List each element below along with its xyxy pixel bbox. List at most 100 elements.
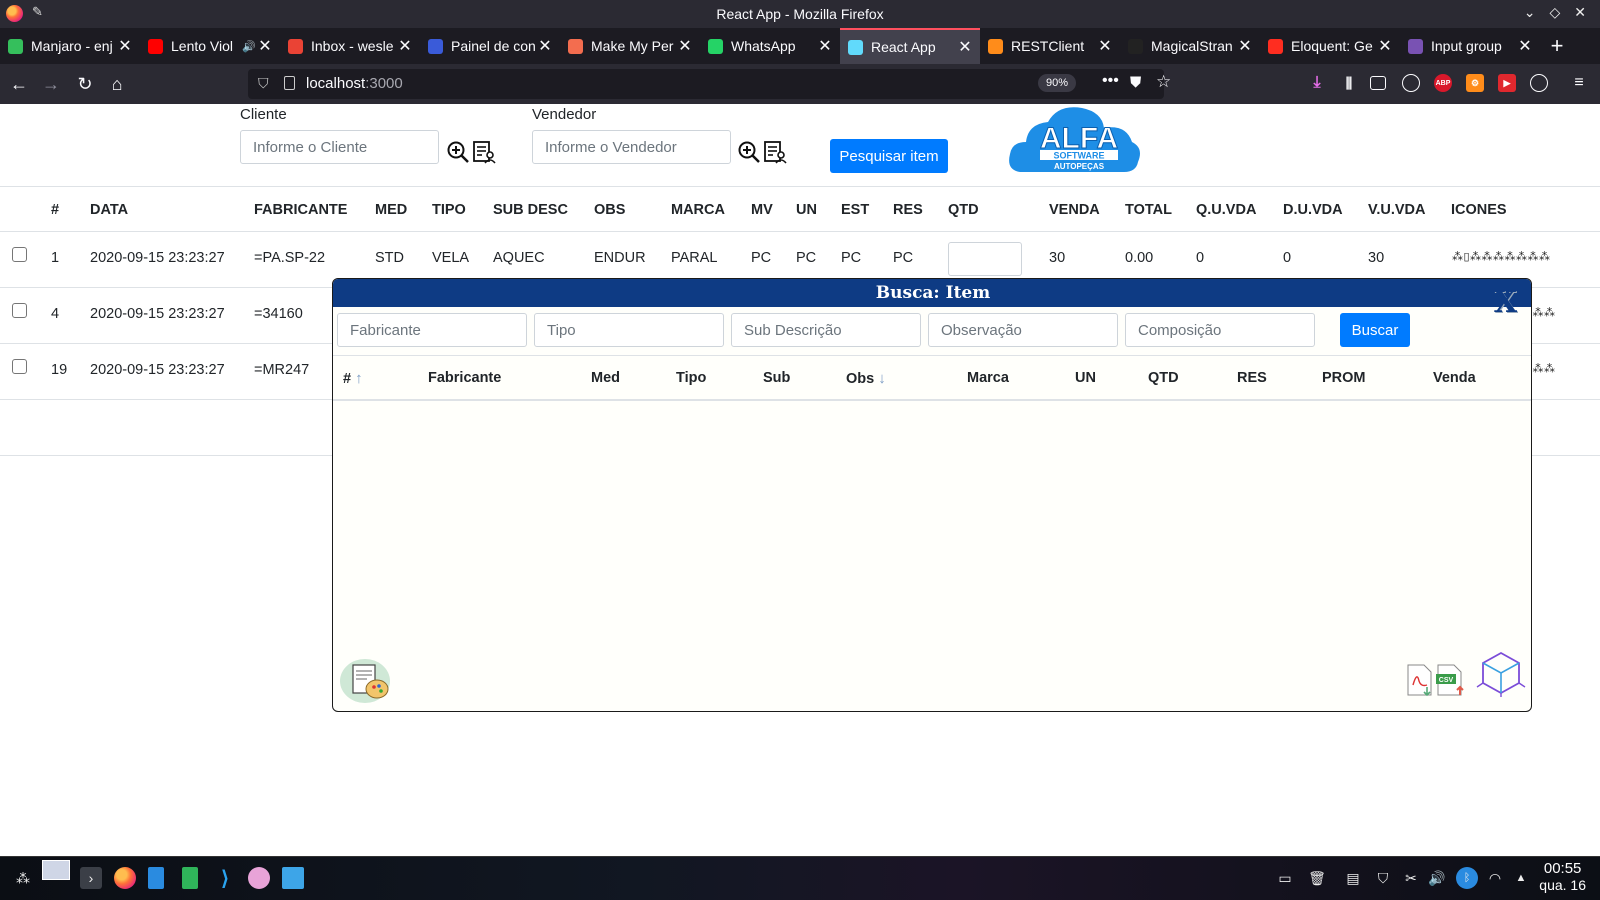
home-icon[interactable]: ⌂ bbox=[104, 71, 130, 97]
column-header[interactable]: MV bbox=[751, 202, 773, 218]
row-action-icons[interactable]: ⁂▯⁂⁂⁂⁂⁂⁂⁂ bbox=[1452, 250, 1551, 263]
forward-icon[interactable]: → bbox=[38, 71, 64, 97]
column-header[interactable]: ICONES bbox=[1451, 202, 1507, 218]
github-ext-icon[interactable] bbox=[1530, 74, 1548, 92]
close-tab-icon[interactable]: ✕ bbox=[258, 36, 272, 56]
close-tab-icon[interactable]: ✕ bbox=[958, 37, 972, 57]
tab-bootstrap[interactable]: Input group ✕ bbox=[1400, 28, 1540, 64]
column-header[interactable]: MED bbox=[375, 202, 407, 218]
sidebar-icon[interactable] bbox=[1370, 76, 1386, 90]
writer-icon[interactable] bbox=[148, 867, 164, 889]
modal-column-header[interactable]: # ↑ bbox=[343, 370, 363, 387]
column-header[interactable]: V.U.VDA bbox=[1368, 202, 1425, 218]
tab-sound-icon[interactable]: 🔊 bbox=[242, 40, 256, 53]
clock[interactable]: 00:55 qua. 16 bbox=[1539, 861, 1586, 894]
modal-column-header[interactable]: QTD bbox=[1148, 370, 1179, 386]
column-header[interactable]: TIPO bbox=[432, 202, 466, 218]
tab-youtube[interactable]: Lento Viol 🔊 ✕ bbox=[140, 28, 280, 64]
tab-gmail[interactable]: Inbox - wesle ✕ bbox=[280, 28, 420, 64]
tab-restclient[interactable]: RESTClient ✕ bbox=[980, 28, 1120, 64]
column-header[interactable]: # bbox=[51, 202, 59, 218]
modal-filter-input[interactable] bbox=[731, 313, 921, 347]
modal-filter-input[interactable] bbox=[928, 313, 1118, 347]
qtd-input[interactable] bbox=[948, 242, 1022, 276]
show-desktop-icon[interactable]: ▭ bbox=[1274, 867, 1296, 889]
column-header[interactable]: Q.U.VDA bbox=[1196, 202, 1256, 218]
modal-column-header[interactable]: Sub bbox=[763, 370, 790, 386]
menu-icon[interactable]: ≡ bbox=[1570, 74, 1588, 92]
row-checkbox[interactable] bbox=[12, 303, 27, 318]
minimize-icon[interactable]: ⌄ bbox=[1524, 4, 1536, 21]
report-design-icon[interactable] bbox=[339, 657, 393, 705]
modal-column-header[interactable]: Venda bbox=[1433, 370, 1476, 386]
tracking-shield-icon[interactable]: ⛉ bbox=[258, 75, 269, 92]
close-tab-icon[interactable]: ✕ bbox=[118, 36, 132, 56]
column-header[interactable]: DATA bbox=[90, 202, 128, 218]
csv-export-icon[interactable]: CSV bbox=[1435, 663, 1467, 697]
url-bar[interactable]: ⛉ localhost:3000 90% ••• ⛊ ☆ bbox=[248, 69, 1171, 99]
back-icon[interactable]: ← bbox=[6, 71, 32, 97]
close-tab-icon[interactable]: ✕ bbox=[678, 36, 692, 56]
tab-react[interactable]: React App ✕ bbox=[840, 28, 980, 64]
modal-column-header[interactable]: PROM bbox=[1322, 370, 1366, 386]
page-info-icon[interactable] bbox=[284, 76, 295, 90]
sort-desc-icon[interactable]: ↓ bbox=[878, 370, 886, 387]
modal-column-header[interactable]: Marca bbox=[967, 370, 1009, 386]
column-header[interactable]: OBS bbox=[594, 202, 625, 218]
sort-asc-icon[interactable]: ↑ bbox=[355, 370, 363, 387]
app-launcher-icon[interactable]: ⁂ bbox=[12, 867, 34, 889]
restclient-ext-icon[interactable]: ⚙ bbox=[1466, 74, 1484, 92]
cube-3d-icon[interactable] bbox=[1475, 649, 1527, 699]
desktop-pager-icon[interactable] bbox=[42, 860, 70, 880]
modal-column-header[interactable]: Med bbox=[591, 370, 620, 386]
column-header[interactable]: FABRICANTE bbox=[254, 202, 347, 218]
reload-icon[interactable]: ↻ bbox=[72, 71, 98, 97]
close-tab-icon[interactable]: ✕ bbox=[1518, 36, 1532, 56]
terminal-icon[interactable]: › bbox=[80, 867, 102, 889]
account-icon[interactable] bbox=[1402, 74, 1420, 92]
column-header[interactable]: TOTAL bbox=[1125, 202, 1172, 218]
pdf-download-icon[interactable] bbox=[1405, 663, 1435, 697]
volume-icon[interactable]: 🔊 bbox=[1426, 867, 1448, 889]
modal-close-button[interactable]: X bbox=[1494, 285, 1517, 320]
security-shield-icon[interactable]: ⛉ bbox=[1372, 867, 1394, 889]
new-tab-icon[interactable]: + bbox=[1540, 28, 1574, 64]
close-tab-icon[interactable]: ✕ bbox=[538, 36, 552, 56]
trash-icon[interactable]: 🗑 bbox=[1306, 867, 1328, 889]
adblock-icon[interactable]: ABP bbox=[1434, 74, 1452, 92]
calc-icon[interactable] bbox=[182, 867, 198, 889]
video-ext-icon[interactable]: ▶ bbox=[1498, 74, 1516, 92]
close-tab-icon[interactable]: ✕ bbox=[398, 36, 412, 56]
modal-filter-input[interactable] bbox=[534, 313, 724, 347]
column-header[interactable]: EST bbox=[841, 202, 869, 218]
bluetooth-icon[interactable]: ᛒ bbox=[1456, 867, 1478, 889]
clipboard-icon[interactable]: ✂ bbox=[1400, 867, 1422, 889]
close-window-icon[interactable]: ✕ bbox=[1574, 4, 1586, 21]
buscar-button[interactable]: Buscar bbox=[1340, 313, 1410, 347]
vendedor-input[interactable] bbox=[532, 130, 731, 164]
vscode-icon[interactable]: ⟩ bbox=[214, 867, 236, 890]
row-checkbox[interactable] bbox=[12, 359, 27, 374]
maximize-icon[interactable]: ◇ bbox=[1549, 4, 1560, 21]
firefox-taskbar-icon[interactable] bbox=[114, 867, 136, 889]
cliente-input[interactable] bbox=[240, 130, 439, 164]
pocket-icon[interactable]: ⛊ bbox=[1130, 74, 1141, 91]
modal-column-header[interactable]: Fabricante bbox=[428, 370, 501, 386]
zoom-in-icon[interactable] bbox=[737, 140, 761, 164]
modal-column-header[interactable]: UN bbox=[1075, 370, 1096, 386]
tab-manjaro[interactable]: Manjaro - enj ✕ bbox=[0, 28, 140, 64]
column-header[interactable]: VENDA bbox=[1049, 202, 1100, 218]
modal-filter-input[interactable] bbox=[337, 313, 527, 347]
modal-filter-input[interactable] bbox=[1125, 313, 1315, 347]
tab-github[interactable]: MagicalStran ✕ bbox=[1120, 28, 1260, 64]
modal-column-header[interactable]: RES bbox=[1237, 370, 1267, 386]
seller-list-icon[interactable] bbox=[763, 140, 787, 164]
column-header[interactable]: RES bbox=[893, 202, 923, 218]
modal-column-header[interactable]: Obs ↓ bbox=[846, 370, 886, 387]
client-list-icon[interactable] bbox=[472, 140, 496, 164]
tab-laravel[interactable]: Eloquent: Ge ✕ bbox=[1260, 28, 1400, 64]
modal-column-header[interactable]: Tipo bbox=[676, 370, 706, 386]
close-tab-icon[interactable]: ✕ bbox=[1378, 36, 1392, 56]
column-header[interactable]: QTD bbox=[948, 202, 979, 218]
wifi-icon[interactable]: ◠ bbox=[1484, 867, 1506, 889]
